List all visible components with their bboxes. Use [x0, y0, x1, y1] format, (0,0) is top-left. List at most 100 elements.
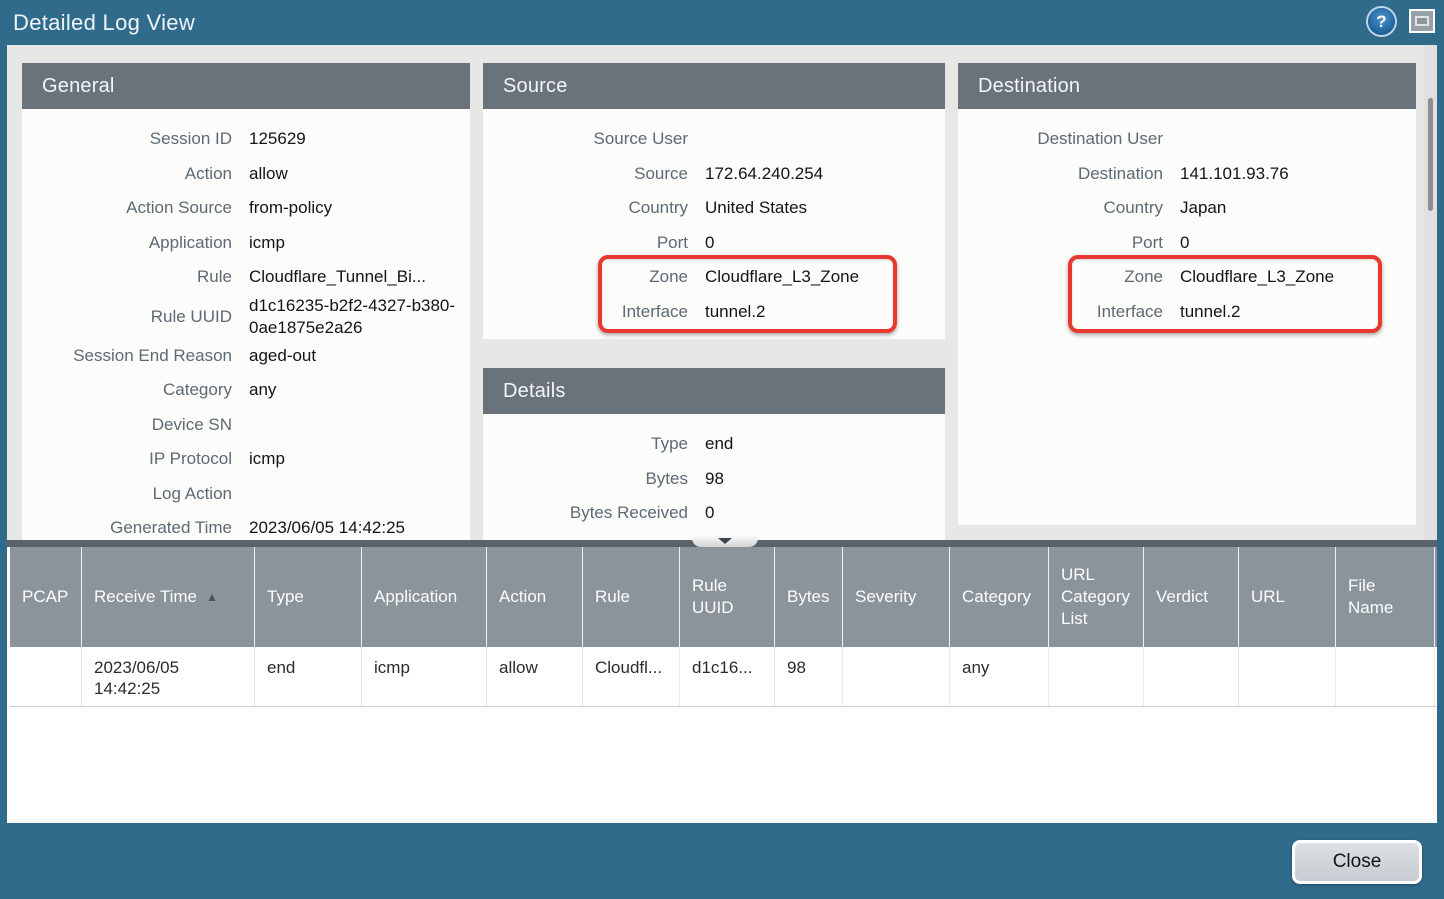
- help-glyph: ?: [1376, 12, 1386, 32]
- column-header[interactable]: URL Category List: [1049, 547, 1144, 647]
- field-value: end: [688, 433, 745, 455]
- column-header[interactable]: Rule UUID: [680, 547, 775, 647]
- column-header-label: Type: [267, 586, 304, 608]
- field-value: Cloudflare_L3_Zone: [1163, 266, 1346, 288]
- field-value: 125629: [232, 128, 318, 150]
- field-value: d1c16235-b2f2-4327-b380-0ae1875e2a26: [232, 295, 470, 339]
- field-label: Interface: [958, 302, 1163, 322]
- column-header[interactable]: PCAP: [10, 547, 82, 647]
- field-value: from-policy: [232, 197, 344, 219]
- column-header-label: URL: [1251, 586, 1285, 608]
- field-row: Destination User: [958, 122, 1416, 157]
- column-header-label: File Name: [1348, 575, 1420, 619]
- field-row: Interface tunnel.2: [958, 295, 1416, 330]
- field-label: Zone: [483, 267, 688, 287]
- dialog-content: General Session ID 125629 Action allow A…: [7, 45, 1437, 823]
- field-value: 2023/06/05 14:42:25: [232, 517, 417, 539]
- column-header[interactable]: Category: [950, 547, 1049, 647]
- column-header[interactable]: URL: [1239, 547, 1336, 647]
- log-table-cell: any: [950, 647, 1049, 706]
- field-label: Source: [483, 164, 688, 184]
- column-header-label: Severity: [855, 586, 916, 608]
- column-header-label: Receive Time: [94, 586, 197, 608]
- field-row: Destination 141.101.93.76: [958, 157, 1416, 192]
- log-table-header: PCAP Receive Time ▲ Type Application: [10, 547, 1437, 647]
- field-row: Country Japan: [958, 191, 1416, 226]
- field-label: Bytes: [483, 469, 688, 489]
- field-row: Port 0: [958, 226, 1416, 261]
- field-value: 0: [688, 232, 726, 254]
- column-header[interactable]: Rule: [583, 547, 680, 647]
- field-row: Log Action: [22, 477, 470, 512]
- field-value: Cloudflare_Tunnel_Bi...: [232, 266, 438, 288]
- field-row: Session ID 125629: [22, 122, 470, 157]
- field-label: Category: [22, 380, 232, 400]
- field-row: Device SN: [22, 408, 470, 443]
- log-table-cell: [843, 647, 950, 706]
- field-value: 98: [688, 468, 736, 490]
- field-label: Session End Reason: [22, 346, 232, 366]
- field-value: 141.101.93.76: [1163, 163, 1301, 185]
- log-table-cell: [1239, 647, 1336, 706]
- column-header-label: Application: [374, 586, 457, 608]
- column-header-label: Bytes: [787, 586, 830, 608]
- field-label: Rule UUID: [22, 307, 232, 327]
- column-header[interactable]: Receive Time ▲: [82, 547, 255, 647]
- help-icon[interactable]: ?: [1368, 8, 1395, 35]
- field-row: Type end: [483, 427, 945, 462]
- panel-destination: Destination Destination User Destination…: [958, 63, 1416, 525]
- field-row: Bytes 98: [483, 462, 945, 497]
- panel-details-header: Details: [483, 368, 945, 414]
- field-label: Port: [958, 233, 1163, 253]
- panel-source: Source Source User Source 172.64.240.254…: [483, 63, 945, 339]
- field-label: Generated Time: [22, 518, 232, 538]
- field-value: Cloudflare_L3_Zone: [688, 266, 871, 288]
- field-label: Country: [958, 198, 1163, 218]
- field-row: Session End Reason aged-out: [22, 339, 470, 374]
- panel-source-header: Source: [483, 63, 945, 109]
- field-label: Port: [483, 233, 688, 253]
- log-table-cell: end: [255, 647, 362, 706]
- field-row: IP Protocol icmp: [22, 442, 470, 477]
- panel-details-body: Type end Bytes 98 Bytes Received 0: [483, 414, 945, 531]
- field-row: Action Source from-policy: [22, 191, 470, 226]
- column-header-label: Category: [962, 586, 1031, 608]
- column-header[interactable]: Severity: [843, 547, 950, 647]
- log-table-row[interactable]: 2023/06/05 14:42:25 end icmp allow Cloud…: [10, 647, 1437, 707]
- close-button[interactable]: Close: [1292, 840, 1422, 884]
- field-row: Interface tunnel.2: [483, 295, 945, 330]
- column-header[interactable]: Application: [362, 547, 487, 647]
- log-table-cell: icmp: [362, 647, 487, 706]
- panel-general: General Session ID 125629 Action allow A…: [22, 63, 470, 541]
- field-label: Rule: [22, 267, 232, 287]
- field-label: Zone: [958, 267, 1163, 287]
- panel-destination-body: Destination User Destination 141.101.93.…: [958, 109, 1416, 329]
- panel-source-body: Source User Source 172.64.240.254 Countr…: [483, 109, 945, 329]
- column-header[interactable]: Verdict: [1144, 547, 1239, 647]
- field-value: icmp: [232, 232, 297, 254]
- field-row: Zone Cloudflare_L3_Zone: [958, 260, 1416, 295]
- field-row: Rule UUID d1c16235-b2f2-4327-b380-0ae187…: [22, 295, 470, 339]
- field-row: Zone Cloudflare_L3_Zone: [483, 260, 945, 295]
- column-header[interactable]: Action: [487, 547, 583, 647]
- column-header[interactable]: File Name: [1336, 547, 1435, 647]
- panel-general-body: Session ID 125629 Action allow Action So…: [22, 109, 470, 541]
- field-row: Application icmp: [22, 226, 470, 261]
- log-table-cell: d1c16...: [680, 647, 775, 706]
- field-label: Action: [22, 164, 232, 184]
- panel-destination-header: Destination: [958, 63, 1416, 109]
- field-label: Action Source: [22, 198, 232, 218]
- maximize-window-icon[interactable]: [1409, 9, 1435, 33]
- column-header[interactable]: Bytes: [775, 547, 843, 647]
- field-label: Destination User: [958, 129, 1163, 149]
- field-row: Rule Cloudflare_Tunnel_Bi...: [22, 260, 470, 295]
- field-value: aged-out: [232, 345, 328, 367]
- column-header-label: Rule: [595, 586, 630, 608]
- splitter-handle[interactable]: [692, 536, 758, 547]
- window-glyph: [1415, 16, 1429, 26]
- column-header[interactable]: Type: [255, 547, 362, 647]
- field-row: Country United States: [483, 191, 945, 226]
- scrollbar-thumb[interactable]: [1428, 98, 1433, 211]
- field-value: allow: [232, 163, 300, 185]
- column-header-label: Verdict: [1156, 586, 1208, 608]
